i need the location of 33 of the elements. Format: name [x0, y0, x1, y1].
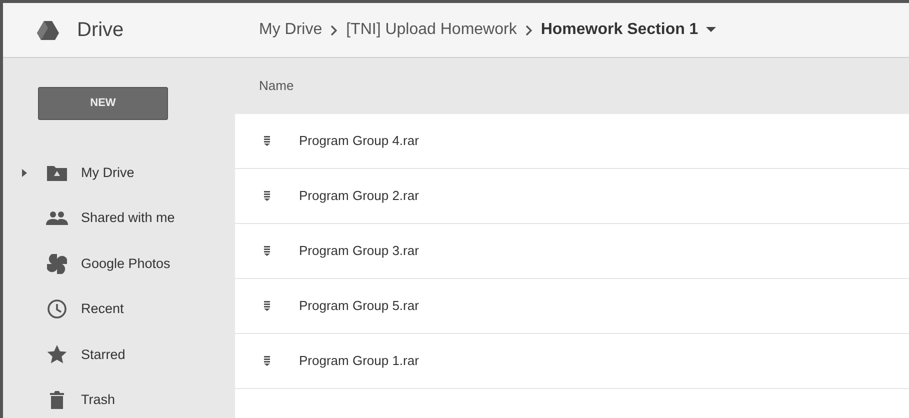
sidebar-item[interactable]: Starred: [3, 332, 235, 378]
sidebar-item[interactable]: Shared with me: [3, 196, 235, 241]
expand-arrow-icon[interactable]: [22, 168, 27, 177]
column-header[interactable]: Name: [259, 76, 294, 96]
drive-logo-icon: [37, 20, 59, 40]
sidebar-item[interactable]: Trash: [3, 378, 235, 418]
chevron-right-icon: [330, 24, 338, 36]
file-name[interactable]: Program Group 1.rar: [299, 351, 419, 371]
archive-file-icon: [264, 356, 270, 366]
archive-file-icon: [264, 301, 270, 311]
pinwheel-icon: [47, 254, 67, 274]
archive-file-icon: [264, 246, 270, 256]
archive-file-icon: [264, 191, 270, 201]
breadcrumb-link[interactable]: My Drive: [259, 18, 322, 42]
trash-icon: [50, 391, 64, 410]
chevron-right-icon: [524, 24, 533, 36]
archive-file-icon: [264, 136, 270, 146]
breadcrumb-link[interactable]: [TNI] Upload Homework: [346, 18, 517, 42]
clock-icon: [47, 299, 67, 320]
folder-icon: [47, 164, 67, 181]
sidebar-item[interactable]: My Drive: [3, 150, 235, 196]
file-name[interactable]: Program Group 2.rar: [299, 186, 419, 206]
file-name[interactable]: Program Group 3.rar: [299, 241, 419, 261]
sidebar-item[interactable]: Recent: [3, 286, 235, 332]
people-icon: [46, 211, 68, 226]
star-icon: [47, 345, 67, 364]
file-name[interactable]: Program Group 4.rar: [299, 131, 419, 151]
new-button[interactable]: NEW: [38, 87, 168, 120]
file-name[interactable]: Program Group 5.rar: [299, 296, 419, 316]
app-title: Drive: [77, 18, 124, 43]
breadcrumb-link[interactable]: Homework Section 1: [540, 18, 698, 42]
sidebar-item[interactable]: Google Photos: [3, 241, 235, 286]
dropdown-caret-icon[interactable]: [706, 27, 716, 33]
